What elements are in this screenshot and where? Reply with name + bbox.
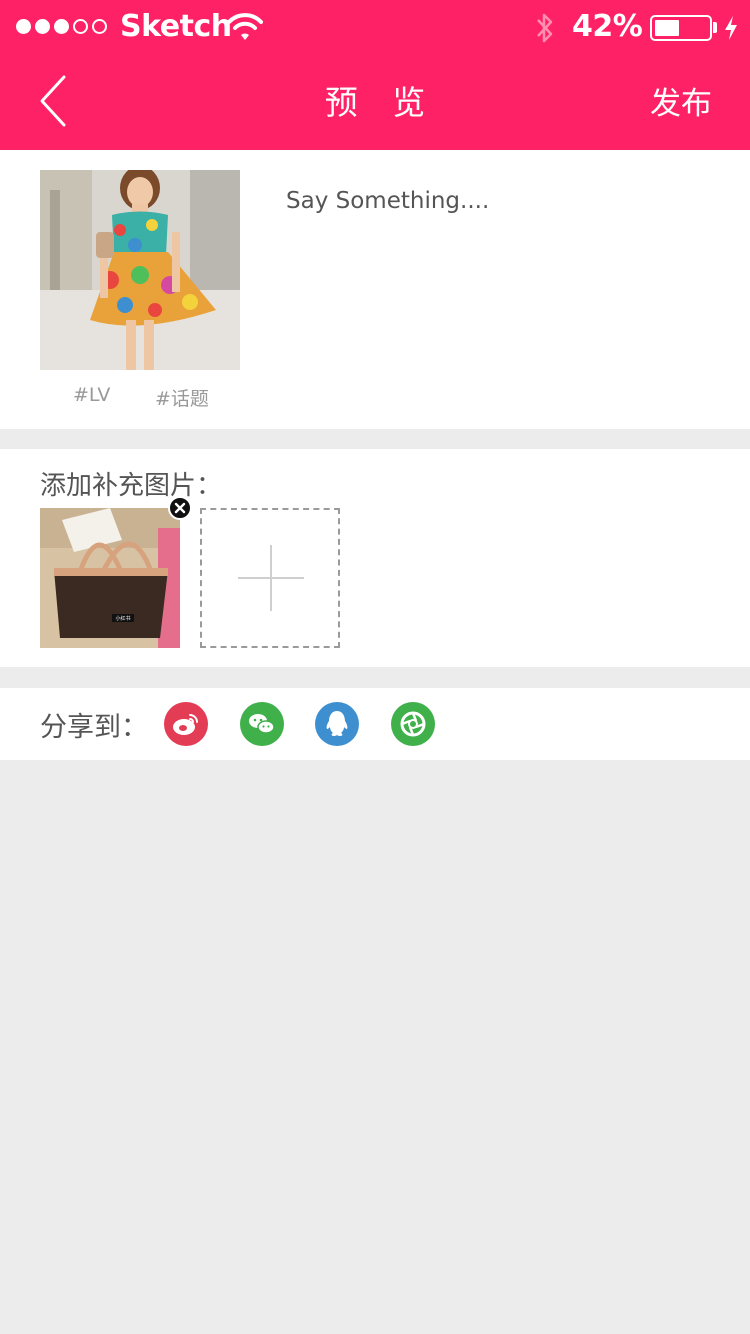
share-label: 分享到： <box>40 712 148 743</box>
share-moments-button[interactable] <box>391 702 435 746</box>
app-header: Sketch 42% 预 览 发布 <box>0 0 750 150</box>
share-wechat-button[interactable] <box>240 702 284 746</box>
weibo-icon <box>173 714 198 735</box>
wechat-icon <box>249 714 275 734</box>
wifi-icon <box>227 13 263 40</box>
bag-photo-image: 小红书 <box>40 508 180 648</box>
battery-icon <box>650 15 712 41</box>
plus-icon-vertical <box>270 545 272 611</box>
add-images-section: 添加补充图片： 小红书 <box>0 449 750 667</box>
add-images-label: 添加补充图片： <box>40 471 223 501</box>
bluetooth-icon <box>537 13 553 43</box>
supplement-photo-bag[interactable]: 小红书 <box>40 508 180 648</box>
add-photo-button[interactable] <box>200 508 340 648</box>
battery-percentage: 42% <box>572 9 643 44</box>
signal-dot <box>54 19 69 34</box>
close-icon <box>174 502 186 514</box>
dress-photo-image <box>40 170 240 370</box>
tag-topic[interactable]: #话题 <box>155 384 209 411</box>
caption-input[interactable]: Say Something.... <box>286 188 489 214</box>
tag-lv[interactable]: #LV <box>73 384 110 406</box>
status-bar: Sketch 42% <box>0 0 750 52</box>
carrier-name: Sketch <box>120 9 232 44</box>
qq-icon <box>326 711 348 736</box>
share-section: 分享到： <box>0 688 750 760</box>
battery-cap <box>713 22 717 33</box>
page-title: 预 览 <box>324 83 438 122</box>
share-weibo-button[interactable] <box>164 702 208 746</box>
charging-bolt-icon <box>725 16 737 40</box>
signal-strength-icon <box>16 19 107 34</box>
moments-icon <box>400 711 426 737</box>
thumb-watermark-text: 小红书 <box>115 615 130 622</box>
signal-dot <box>92 19 107 34</box>
share-qq-button[interactable] <box>315 702 359 746</box>
signal-dot <box>16 19 31 34</box>
signal-dot <box>35 19 50 34</box>
publish-button[interactable]: 发布 <box>650 78 712 123</box>
post-section: #LV #话题 Say Something.... <box>0 150 750 429</box>
battery-level <box>655 20 679 36</box>
main-photo-dress[interactable] <box>40 170 240 370</box>
signal-dot <box>73 19 88 34</box>
remove-photo-button[interactable] <box>168 496 192 520</box>
